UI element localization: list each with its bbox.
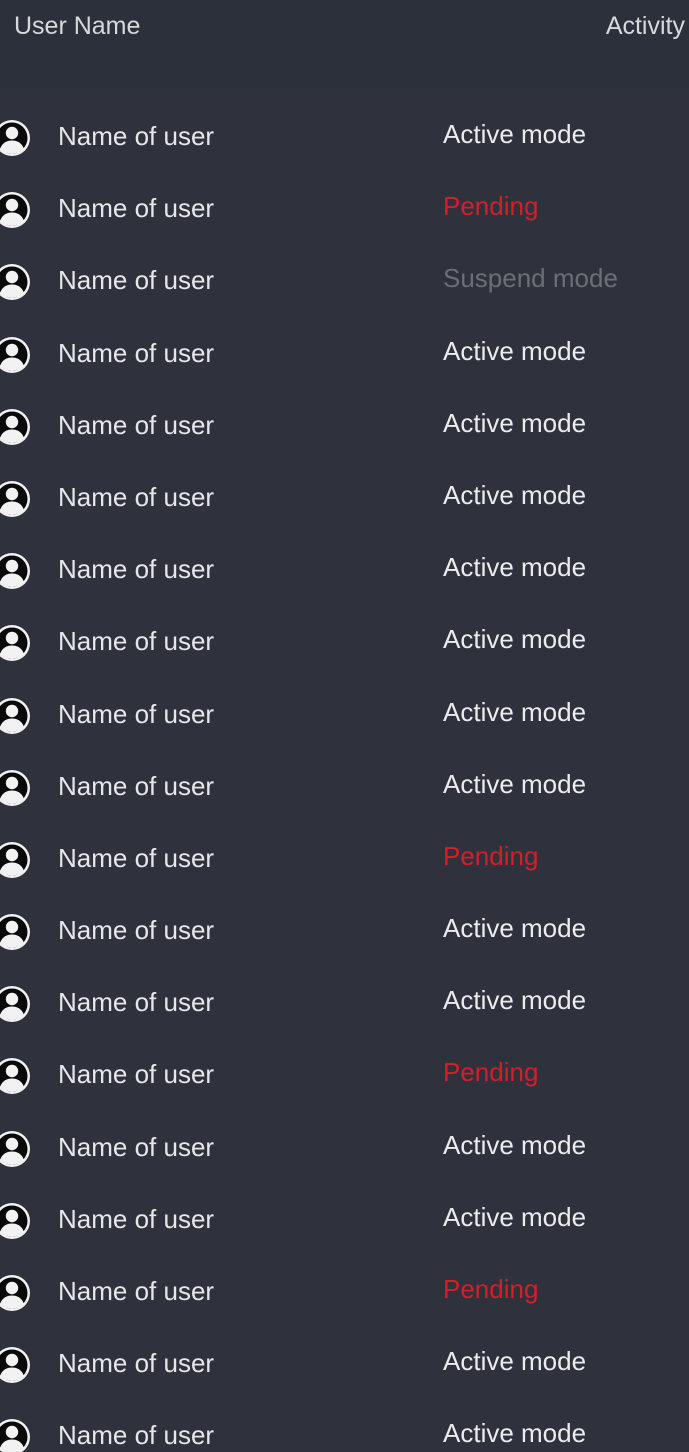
user-avatar-icon bbox=[0, 768, 32, 808]
user-avatar-icon bbox=[0, 1201, 32, 1241]
user-row-7[interactable]: Name of user Active mode bbox=[0, 531, 689, 603]
user-avatar-icon bbox=[0, 623, 32, 663]
user-name: Name of user bbox=[58, 842, 215, 873]
activity-status-active: Active mode bbox=[443, 119, 587, 149]
activity-column-header[interactable]: Activity bbox=[606, 11, 685, 41]
activity-status-active: Active mode bbox=[443, 696, 587, 727]
user-avatar-icon bbox=[0, 1273, 32, 1313]
user-avatar-icon bbox=[0, 984, 32, 1024]
user-avatar-icon bbox=[0, 190, 32, 230]
user-avatar-icon bbox=[0, 551, 32, 591]
user-row-3[interactable]: Name of user Suspend mode bbox=[0, 242, 689, 314]
activity-status-active: Active mode bbox=[443, 768, 587, 799]
user-list: Name of user Active mode Name of user Pe… bbox=[0, 98, 689, 1452]
user-name: Name of user bbox=[58, 1420, 215, 1451]
user-row-5[interactable]: Name of user Active mode bbox=[0, 387, 689, 459]
activity-status-active: Active mode bbox=[443, 335, 587, 366]
user-name: Name of user bbox=[58, 1203, 215, 1234]
user-name: Name of user bbox=[58, 698, 215, 729]
user-name: Name of user bbox=[58, 915, 215, 946]
user-name: Name of user bbox=[58, 121, 215, 151]
user-name: Name of user bbox=[58, 409, 215, 440]
user-row-18[interactable]: Name of user Active mode bbox=[0, 1325, 689, 1397]
user-avatar-icon bbox=[0, 479, 32, 519]
user-row-11[interactable]: Name of user Pending bbox=[0, 820, 689, 892]
user-avatar-icon bbox=[0, 912, 32, 952]
user-avatar-icon bbox=[0, 262, 32, 302]
user-row-6[interactable]: Name of user Active mode bbox=[0, 459, 689, 531]
user-row-1[interactable]: Name of user Active mode bbox=[0, 98, 689, 170]
activity-status-active: Active mode bbox=[443, 1418, 587, 1449]
user-name: Name of user bbox=[58, 481, 215, 512]
user-row-14[interactable]: Name of user Pending bbox=[0, 1036, 689, 1108]
user-name: Name of user bbox=[58, 1059, 215, 1090]
user-name: Name of user bbox=[58, 770, 215, 801]
activity-status-active: Active mode bbox=[443, 1129, 587, 1160]
user-row-12[interactable]: Name of user Active mode bbox=[0, 892, 689, 964]
activity-status-pending: Pending bbox=[443, 1274, 539, 1304]
user-avatar-icon bbox=[0, 407, 32, 447]
user-row-8[interactable]: Name of user Active mode bbox=[0, 603, 689, 675]
user-avatar-icon bbox=[0, 696, 32, 736]
activity-status-active: Active mode bbox=[443, 624, 587, 655]
activity-status-active: Active mode bbox=[443, 479, 587, 510]
user-row-13[interactable]: Name of user Active mode bbox=[0, 964, 689, 1036]
user-avatar-icon bbox=[0, 118, 32, 158]
user-name: Name of user bbox=[58, 1131, 215, 1162]
user-avatar-icon bbox=[0, 1345, 32, 1385]
activity-status-active: Active mode bbox=[443, 1346, 587, 1377]
user-avatar-icon bbox=[0, 1417, 32, 1452]
user-avatar-icon bbox=[0, 1056, 32, 1096]
user-row-17[interactable]: Name of user Pending bbox=[0, 1253, 689, 1325]
activity-status-active: Active mode bbox=[443, 407, 587, 438]
user-name: Name of user bbox=[58, 1276, 215, 1306]
activity-status-pending: Pending bbox=[443, 840, 539, 871]
user-avatar-icon bbox=[0, 1129, 32, 1169]
activity-status-pending: Pending bbox=[443, 1057, 539, 1088]
user-avatar-icon bbox=[0, 335, 32, 375]
user-name: Name of user bbox=[58, 1348, 215, 1379]
user-row-2[interactable]: Name of user Pending bbox=[0, 170, 689, 242]
activity-status-active: Active mode bbox=[443, 913, 587, 944]
user-row-4[interactable]: Name of user Active mode bbox=[0, 315, 689, 387]
user-name: Name of user bbox=[58, 337, 215, 368]
user-name: Name of user bbox=[58, 554, 215, 585]
activity-status-pending: Pending bbox=[443, 191, 539, 222]
user-name: Name of user bbox=[58, 265, 215, 296]
user-name-column-header[interactable]: User Name bbox=[14, 11, 140, 41]
user-name: Name of user bbox=[58, 987, 215, 1018]
user-name: Name of user bbox=[58, 626, 215, 657]
user-avatar-icon bbox=[0, 840, 32, 880]
user-row-15[interactable]: Name of user Active mode bbox=[0, 1109, 689, 1181]
activity-status-active: Active mode bbox=[443, 552, 587, 583]
user-row-16[interactable]: Name of user Active mode bbox=[0, 1181, 689, 1253]
user-row-10[interactable]: Name of user Active mode bbox=[0, 748, 689, 820]
table-header: User Name Activity bbox=[0, 0, 689, 88]
user-row-9[interactable]: Name of user Active mode bbox=[0, 676, 689, 748]
activity-status-active: Active mode bbox=[443, 1201, 587, 1232]
user-name: Name of user bbox=[58, 193, 215, 224]
activity-status-active: Active mode bbox=[443, 985, 587, 1016]
activity-status-suspend: Suspend mode bbox=[443, 263, 618, 294]
user-row-19[interactable]: Name of user Active mode bbox=[0, 1397, 689, 1452]
